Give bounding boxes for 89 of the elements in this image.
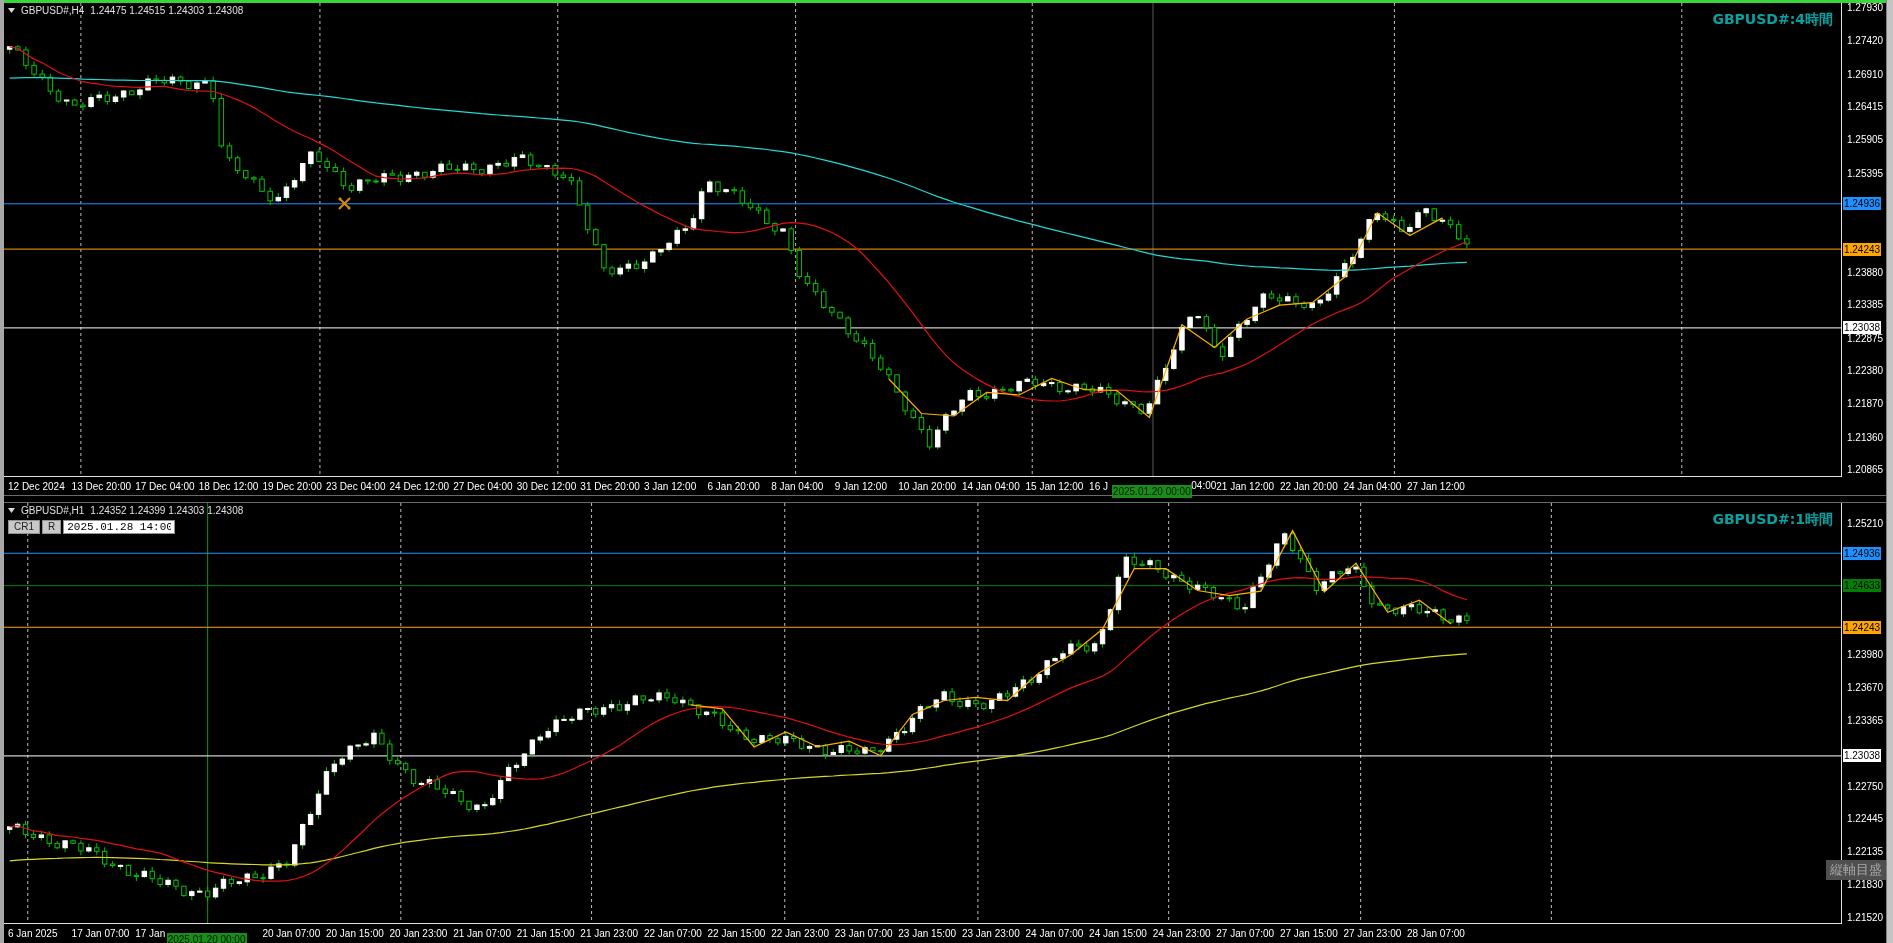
time-label: 22 Jan 15:00: [707, 928, 766, 939]
time-label: 27 Dec 04:00: [453, 480, 513, 492]
time-label: 20 Jan 23:00: [389, 928, 448, 939]
toolbar-button[interactable]: CR1: [8, 520, 40, 534]
price-label: 1.25210: [1847, 518, 1884, 530]
time-label: 6 Jan 2025: [8, 928, 58, 939]
time-label: 16 J: [1089, 480, 1108, 492]
time-label: 24 Jan 04:00: [1343, 480, 1402, 492]
chart-title: GBPUSD#:1時間: [1712, 511, 1833, 529]
time-label: 23 Jan 23:00: [961, 928, 1020, 939]
time-label: 21 Jan 15:00: [516, 928, 575, 939]
time-label: 24 Jan 23:00: [1152, 928, 1211, 939]
time-label: 22 Jan 23:00: [771, 928, 829, 939]
time-label: 20 Jan 15:00: [325, 928, 384, 939]
time-label: 21 Jan 07:00: [453, 928, 511, 939]
price-label: 1.23365: [1847, 715, 1884, 727]
price-label: 1.21830: [1847, 878, 1884, 891]
time-label: 17 Dec 04:00: [135, 480, 195, 492]
price-tag: 1.24633: [1843, 579, 1881, 593]
price-label: 1.25395: [1847, 167, 1884, 180]
price-label: 1.22135: [1847, 846, 1884, 859]
time-label: 21 Jan 23:00: [580, 928, 639, 939]
time-label: 18 Dec 12:00: [198, 480, 259, 492]
price-label: 1.21520: [1847, 912, 1884, 924]
time-label: 27 Jan 07:00: [1216, 928, 1275, 939]
time-label: 8 Jan 04:00: [771, 480, 824, 492]
cursor-time-label: 2025.01.20 00:00: [166, 932, 247, 943]
price-label: 1.22875: [1847, 332, 1884, 345]
price-label: 1.22380: [1847, 364, 1884, 377]
time-label: 27 Jan 15:00: [1279, 928, 1338, 939]
time-label: 13 Dec 20:00: [71, 480, 132, 492]
time-label: 23 Jan 07:00: [834, 928, 893, 939]
chart-symbol: GBPUSD#,H1: [21, 505, 85, 516]
price-label: 1.27420: [1847, 35, 1884, 48]
caret-icon[interactable]: [8, 508, 15, 513]
time-label: 12 Dec 2024: [8, 480, 65, 492]
price-label: 1.23880: [1847, 266, 1884, 279]
time-label: 17 Jan 07:00: [71, 928, 130, 939]
panel-separator[interactable]: [4, 495, 1886, 503]
price-label: 1.21870: [1847, 398, 1884, 411]
price-tag: 1.23038: [1843, 749, 1881, 763]
price-label: 1.20865: [1847, 464, 1884, 476]
time-label: 20 Jan 07:00: [262, 928, 321, 939]
price-label: 1.23670: [1847, 682, 1884, 695]
time-label: 14 Jan 04:00: [961, 480, 1020, 492]
chart-title: GBPUSD#:4時間: [1712, 11, 1833, 29]
price-tag: 1.24243: [1843, 242, 1881, 256]
time-label: 24 Dec 12:00: [389, 480, 450, 492]
time-label: 17 Jan: [135, 928, 166, 939]
tooltip: 縦軸目盛: [1826, 860, 1886, 880]
price-tag: 1.24936: [1843, 546, 1881, 560]
time-label: 6 Jan 20:00: [707, 480, 760, 492]
price-label: 1.21360: [1847, 431, 1884, 444]
time-label: 15 Jan 12:00: [1025, 480, 1084, 492]
time-label: 04:00: [1191, 480, 1217, 491]
time-label: 3 Jan 12:00: [643, 480, 697, 492]
price-label: 1.25905: [1847, 134, 1884, 147]
price-label: 1.26415: [1847, 101, 1884, 114]
price-label: 1.22750: [1847, 780, 1884, 793]
time-label: 27 Jan 23:00: [1343, 928, 1402, 939]
toolbar-button[interactable]: R: [42, 520, 62, 534]
time-label: 30 Dec 12:00: [516, 480, 577, 492]
time-label: 23 Dec 04:00: [325, 480, 386, 492]
time-label: 27 Jan 12:00: [1407, 480, 1465, 492]
price-label: 1.27930: [1847, 2, 1884, 14]
price-tag: 1.24936: [1843, 197, 1881, 211]
ohlc-values: 1.24352 1.24399 1.24303 1.24308: [90, 505, 244, 516]
time-label: 9 Jan 12:00: [834, 480, 887, 492]
price-label: 1.26910: [1847, 68, 1884, 81]
time-label: 24 Jan 15:00: [1089, 928, 1147, 939]
time-label: 19 Dec 20:00: [262, 480, 322, 492]
cursor-time-label: 2025.01.20 00:00: [1111, 485, 1192, 498]
time-label: 23 Jan 15:00: [898, 928, 957, 939]
caret-icon[interactable]: [8, 8, 15, 13]
price-tag: 1.24243: [1843, 620, 1881, 634]
cross-marker-icon: [338, 197, 351, 210]
time-label: 22 Jan 07:00: [643, 928, 702, 939]
price-tag: 1.23038: [1843, 321, 1881, 335]
time-label: 21 Jan 12:00: [1216, 480, 1275, 492]
time-label: 28 Jan 07:00: [1407, 928, 1465, 939]
time-label: 22 Jan 20:00: [1279, 480, 1338, 492]
time-label: 10 Jan 20:00: [898, 480, 957, 492]
price-label: 1.23385: [1847, 299, 1884, 312]
time-label: 31 Dec 20:00: [580, 480, 640, 492]
chart-symbol: GBPUSD#,H4: [21, 5, 85, 16]
price-label: 1.23980: [1847, 649, 1884, 662]
time-label: 24 Jan 07:00: [1025, 928, 1084, 939]
price-label: 1.22445: [1847, 813, 1884, 826]
ohlc-values: 1.24475 1.24515 1.24303 1.24308: [90, 5, 244, 16]
